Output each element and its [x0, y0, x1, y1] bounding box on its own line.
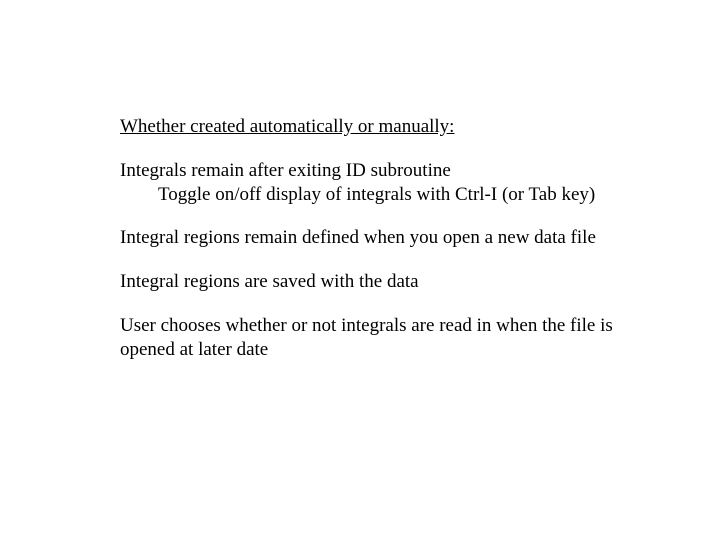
- paragraph-1-line-2: Toggle on/off display of integrals with …: [120, 183, 625, 207]
- paragraph-1-line-1: Integrals remain after exiting ID subrou…: [120, 159, 625, 183]
- paragraph-4: User chooses whether or not integrals ar…: [120, 314, 625, 362]
- paragraph-3: Integral regions are saved with the data: [120, 270, 625, 294]
- document-page: Whether created automatically or manuall…: [0, 0, 720, 361]
- paragraph-2: Integral regions remain defined when you…: [120, 226, 625, 250]
- paragraph-1: Integrals remain after exiting ID subrou…: [120, 159, 625, 207]
- section-heading: Whether created automatically or manuall…: [120, 115, 625, 139]
